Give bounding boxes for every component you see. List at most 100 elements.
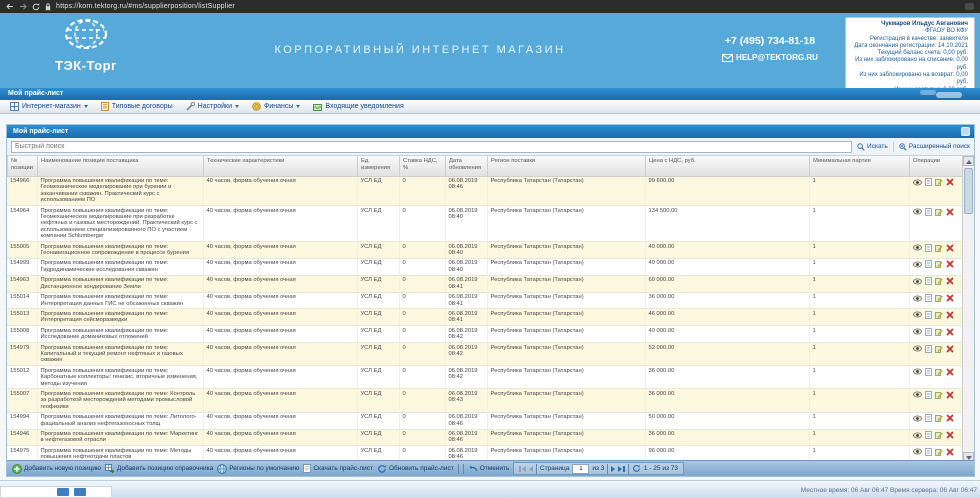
back-icon[interactable]: [6, 3, 14, 10]
edit-icon[interactable]: [935, 431, 943, 439]
delete-icon[interactable]: [946, 244, 954, 252]
column-header[interactable]: Операции: [910, 156, 963, 176]
column-header[interactable]: Цена с НДС, руб.: [646, 156, 810, 176]
logo[interactable]: ТЭК-Торг: [28, 16, 144, 73]
menu-item-contracts[interactable]: Типовые договоры: [96, 100, 181, 113]
collapse-panel-icon[interactable]: [961, 127, 970, 136]
view-icon[interactable]: [913, 311, 922, 318]
view-icon[interactable]: [913, 179, 922, 186]
copy-icon[interactable]: [925, 328, 932, 336]
column-header[interactable]: Ставка НДС, %: [400, 156, 446, 176]
table-row[interactable]: 155008Программа повышения квалификации п…: [7, 326, 962, 343]
address-bar[interactable]: https://kom.tektorg.ru/#ms/supplierposit…: [56, 3, 235, 10]
copy-icon[interactable]: [925, 391, 932, 399]
column-header[interactable]: № позиции: [8, 156, 38, 176]
edit-icon[interactable]: [935, 448, 943, 456]
column-header[interactable]: Наименование позиции поставщика: [38, 156, 204, 176]
view-icon[interactable]: [913, 391, 922, 398]
table-row[interactable]: 155007Программа повышения квалификации п…: [7, 389, 962, 412]
delete-icon[interactable]: [946, 431, 954, 439]
view-icon[interactable]: [913, 295, 922, 302]
table-row[interactable]: 155014Программа повышения квалификации п…: [7, 292, 962, 309]
delete-icon[interactable]: [946, 368, 954, 376]
cancel-button[interactable]: Отменить: [468, 464, 510, 473]
copy-icon[interactable]: [925, 368, 932, 376]
add-position-button[interactable]: Добавить новую позицию: [12, 464, 101, 474]
table-row[interactable]: 154946Программа повышения квалификации п…: [7, 429, 962, 446]
menu-item-finances[interactable]: Финансы: [247, 100, 308, 113]
view-icon[interactable]: [913, 345, 922, 352]
view-icon[interactable]: [913, 432, 922, 439]
copy-icon[interactable]: [925, 178, 932, 186]
edit-icon[interactable]: [935, 391, 943, 399]
advanced-search-button[interactable]: Расширенный поиск: [899, 143, 970, 151]
forward-icon[interactable]: [19, 3, 27, 10]
table-row[interactable]: 155005Программа повышения квалификации п…: [7, 242, 962, 259]
search-input[interactable]: [11, 141, 852, 153]
copy-icon[interactable]: [925, 414, 932, 422]
copy-icon[interactable]: [925, 260, 932, 268]
edit-icon[interactable]: [935, 244, 943, 252]
menu-item-internet-shop[interactable]: Интернет-магазин: [5, 100, 96, 113]
delete-icon[interactable]: [946, 311, 954, 319]
view-icon[interactable]: [913, 415, 922, 422]
default-regions-button[interactable]: Регионы по умолчанию: [217, 464, 299, 474]
edit-icon[interactable]: [935, 260, 943, 268]
browser-extension-icon[interactable]: [965, 3, 974, 10]
delete-icon[interactable]: [946, 345, 954, 353]
page-number-input[interactable]: [572, 464, 589, 474]
copy-icon[interactable]: [925, 448, 932, 456]
copy-icon[interactable]: [925, 277, 932, 285]
reload-list-icon[interactable]: [632, 464, 641, 473]
delete-icon[interactable]: [946, 294, 954, 302]
column-header[interactable]: Минимальная партия: [810, 156, 910, 176]
edit-icon[interactable]: [935, 277, 943, 285]
edit-icon[interactable]: [935, 208, 943, 216]
scrollbar-thumb[interactable]: [964, 168, 973, 214]
delete-icon[interactable]: [946, 260, 954, 268]
delete-icon[interactable]: [946, 414, 954, 422]
update-pricelist-button[interactable]: Обновить прайс-лист: [377, 464, 454, 474]
delete-icon[interactable]: [946, 448, 954, 456]
view-icon[interactable]: [913, 208, 922, 215]
view-icon[interactable]: [913, 261, 922, 268]
copy-icon[interactable]: [925, 294, 932, 302]
support-email[interactable]: HELP@TEKTORG.RU: [700, 53, 840, 62]
menu-item-settings[interactable]: Настройки: [181, 100, 247, 113]
column-header[interactable]: Дата обновления: [446, 156, 488, 176]
edit-icon[interactable]: [935, 328, 943, 336]
delete-icon[interactable]: [946, 178, 954, 186]
view-icon[interactable]: [913, 278, 922, 285]
vertical-scrollbar[interactable]: [962, 156, 974, 462]
edit-icon[interactable]: [935, 311, 943, 319]
table-row[interactable]: 154994Программа повышения квалификации п…: [7, 412, 962, 429]
table-row[interactable]: 154963Программа повышения квалификации п…: [7, 275, 962, 292]
next-page-icon[interactable]: [611, 466, 615, 472]
download-pricelist-button[interactable]: Скачать прайс-лист: [303, 464, 373, 473]
refresh-icon[interactable]: [32, 3, 40, 11]
edit-icon[interactable]: [935, 414, 943, 422]
copy-icon[interactable]: [925, 208, 932, 216]
copy-icon[interactable]: [925, 244, 932, 252]
table-row[interactable]: 155013Программа повышения квалификации п…: [7, 309, 962, 326]
column-header[interactable]: Технические характеристики: [204, 156, 358, 176]
scroll-up-icon[interactable]: [963, 156, 974, 166]
table-row[interactable]: 154966Программа повышения квалификации п…: [7, 177, 962, 206]
column-header[interactable]: Регион поставки: [488, 156, 646, 176]
view-icon[interactable]: [913, 448, 922, 455]
view-icon[interactable]: [913, 328, 922, 335]
table-row[interactable]: 154999Программа повышения квалификации п…: [7, 258, 962, 275]
last-page-icon[interactable]: [618, 466, 625, 472]
copy-icon[interactable]: [925, 431, 932, 439]
table-row[interactable]: 155012Программа повышения квалификации п…: [7, 366, 962, 389]
delete-icon[interactable]: [946, 328, 954, 336]
menu-item-notifications[interactable]: Входящие уведомления: [308, 100, 411, 113]
edit-icon[interactable]: [935, 178, 943, 186]
add-reference-position-button[interactable]: Добавить позицию справочника: [105, 464, 213, 473]
delete-icon[interactable]: [946, 208, 954, 216]
copy-icon[interactable]: [925, 311, 932, 319]
delete-icon[interactable]: [946, 391, 954, 399]
edit-icon[interactable]: [935, 345, 943, 353]
prev-page-icon[interactable]: [529, 466, 533, 472]
edit-icon[interactable]: [935, 294, 943, 302]
